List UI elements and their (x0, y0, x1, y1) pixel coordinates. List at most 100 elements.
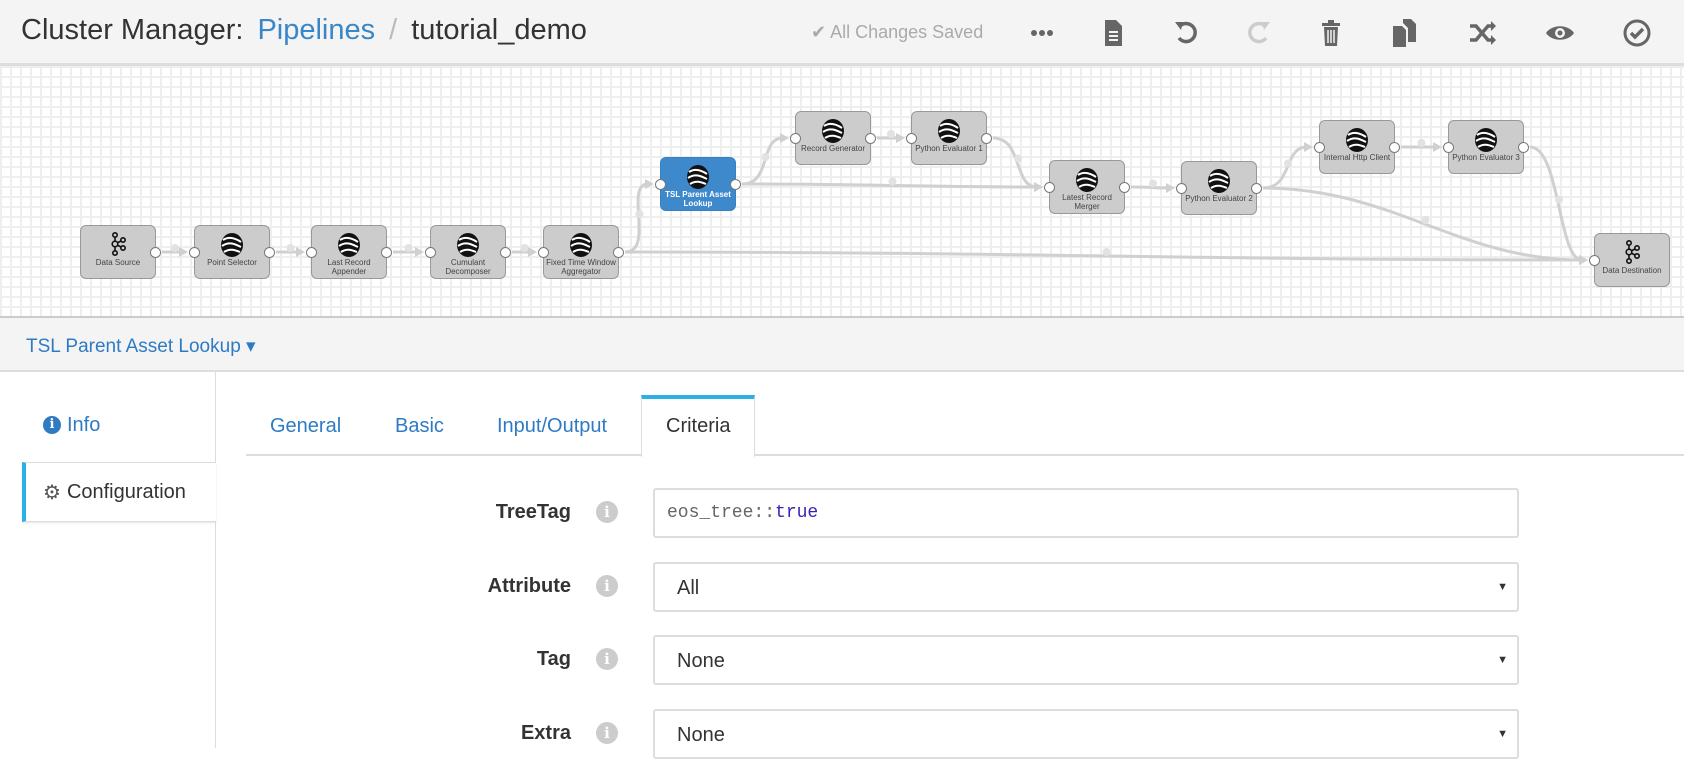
edge-ftw-tsl[interactable] (624, 182, 649, 254)
edge-pe2-ihc[interactable] (1262, 145, 1308, 190)
sidebar-item-label: Configuration (66, 480, 186, 503)
edge-marker-icon[interactable] (520, 244, 529, 252)
edge-marker-icon[interactable] (888, 177, 897, 186)
edge-pe3-dd[interactable] (1529, 145, 1583, 262)
pipeline-canvas[interactable]: Data Source Point Selector Last Record App… (0, 66, 1684, 318)
edge-marker-icon[interactable] (761, 153, 770, 161)
input-port[interactable] (1176, 183, 1187, 194)
more-button[interactable] (1025, 16, 1059, 50)
preview-button[interactable] (1543, 16, 1577, 50)
node-label: Python Evaluator 2 (1185, 194, 1253, 203)
processor-icon (1475, 128, 1497, 152)
info-icon[interactable]: i (596, 575, 618, 597)
output-port[interactable] (981, 133, 992, 144)
input-port[interactable] (1044, 182, 1055, 193)
treetag-value-prefix: eos_tree:: (667, 503, 776, 523)
undo-button[interactable] (1169, 16, 1203, 50)
node-pe1[interactable]: Python Evaluator 1 (906, 111, 992, 165)
edge-marker-icon[interactable] (887, 130, 895, 138)
node-rg[interactable]: Record Generator (790, 111, 876, 165)
input-port[interactable] (906, 133, 917, 144)
node-ps[interactable]: Point Selector (189, 225, 275, 279)
edge-marker-icon[interactable] (286, 244, 295, 252)
edge-marker-icon[interactable] (1149, 179, 1157, 188)
output-port[interactable] (1251, 183, 1262, 194)
node-pe3[interactable]: Python Evaluator 3 (1443, 120, 1529, 174)
copy-button[interactable] (1387, 16, 1421, 50)
output-port[interactable] (730, 179, 741, 190)
edge-marker-icon[interactable] (1421, 216, 1430, 224)
tab-criteria[interactable]: Criteria (641, 395, 756, 458)
sidebar-item-info[interactable]: i Info (22, 395, 216, 455)
node-selector-dropdown[interactable]: TSL Parent Asset Lookup ▾ (26, 335, 256, 358)
edge-marker-icon[interactable] (171, 244, 179, 252)
info-icon[interactable]: i (596, 722, 618, 744)
edge-pe2-dd[interactable] (1262, 186, 1583, 262)
tag-select[interactable]: None ▼ (653, 635, 1519, 685)
input-port[interactable] (425, 247, 436, 258)
edge-pe1-lrm[interactable] (992, 136, 1038, 189)
node-label: Data Destination (1602, 266, 1662, 275)
output-port[interactable] (1389, 142, 1400, 153)
output-port[interactable] (865, 133, 876, 144)
extra-select[interactable]: None ▼ (653, 709, 1519, 759)
treetag-input[interactable]: eos_tree::true (653, 488, 1519, 538)
edge-tsl-lrm[interactable] (741, 182, 1038, 189)
info-icon[interactable]: i (596, 648, 618, 670)
node-lra[interactable]: Last Record Appender (306, 225, 392, 279)
output-port[interactable] (500, 247, 511, 258)
file-button[interactable] (1096, 16, 1130, 50)
delete-button[interactable] (1314, 16, 1348, 50)
tab-basic[interactable]: Basic (395, 395, 444, 456)
node-ds[interactable]: Data Source (80, 225, 161, 279)
validate-button[interactable] (1620, 16, 1654, 50)
edge-marker-icon[interactable] (1014, 154, 1022, 163)
edge-marker-icon[interactable] (1555, 195, 1563, 204)
output-port[interactable] (381, 247, 392, 258)
gear-icon: ⚙ (43, 481, 61, 504)
edge-tsl-rg[interactable] (741, 136, 784, 186)
input-port[interactable] (790, 133, 801, 144)
input-port[interactable] (189, 247, 200, 258)
breadcrumb-pipelines-link[interactable]: Pipelines (257, 14, 375, 46)
edge-lrm-pe2[interactable] (1130, 185, 1170, 190)
output-port[interactable] (150, 247, 161, 258)
input-port[interactable] (538, 247, 549, 258)
input-port[interactable] (1314, 142, 1325, 153)
node-tsl[interactable]: TSL Parent Asset Lookup (655, 157, 741, 211)
edge-arrow (780, 133, 789, 143)
output-port[interactable] (613, 247, 624, 258)
processor-icon (457, 233, 479, 257)
input-port[interactable] (1589, 255, 1600, 266)
edge-marker-icon[interactable] (635, 210, 644, 218)
edge-arrow (1433, 142, 1442, 152)
input-port[interactable] (1443, 142, 1454, 153)
node-label: Fixed Time Window Aggregator (546, 258, 616, 276)
redo-button[interactable] (1242, 16, 1276, 50)
shuffle-button[interactable] (1465, 16, 1499, 50)
info-icon[interactable]: i (596, 501, 618, 523)
tab-input-output[interactable]: Input/Output (497, 395, 607, 456)
output-port[interactable] (1518, 142, 1529, 153)
output-port[interactable] (264, 247, 275, 258)
input-port[interactable] (306, 247, 317, 258)
edge-marker-icon[interactable] (404, 244, 413, 252)
sidebar-item-configuration[interactable]: ⚙ Configuration (22, 462, 216, 522)
edge-marker-icon[interactable] (1284, 159, 1292, 168)
node-ftw[interactable]: Fixed Time Window Aggregator (538, 225, 624, 279)
edge-marker-icon[interactable] (1102, 248, 1111, 256)
node-dd[interactable]: Data Destination (1589, 233, 1670, 287)
treetag-label: TreeTag (495, 501, 571, 523)
output-port[interactable] (1119, 182, 1130, 193)
node-cd[interactable]: Cumulant Decomposer (425, 225, 511, 279)
node-ihc[interactable]: Internal Http Client (1314, 120, 1400, 174)
attribute-select[interactable]: All ▼ (653, 562, 1519, 612)
edge-arrow (1166, 183, 1175, 193)
input-port[interactable] (655, 179, 666, 190)
edge-marker-icon[interactable] (1417, 139, 1426, 147)
node-lrm[interactable]: Latest Record Merger (1044, 160, 1130, 214)
caret-down-icon: ▼ (1497, 728, 1508, 740)
undo-icon (1175, 21, 1197, 44)
tab-general[interactable]: General (270, 395, 341, 456)
node-pe2[interactable]: Python Evaluator 2 (1176, 161, 1262, 215)
